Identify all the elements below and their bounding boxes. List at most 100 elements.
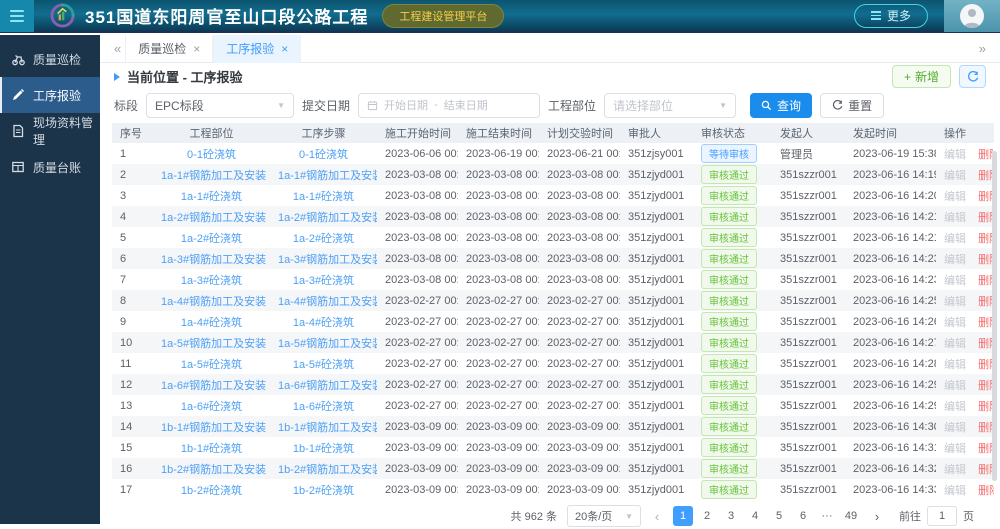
step-link[interactable]: 1a-4#钢筋加工及安装 xyxy=(270,290,377,311)
reset-button[interactable]: 重置 xyxy=(820,93,884,118)
part-link[interactable]: 1a-4#钢筋加工及安装 xyxy=(153,290,270,311)
page-button-49[interactable]: 49 xyxy=(841,506,861,526)
next-page-button[interactable]: › xyxy=(867,506,887,526)
edit-button[interactable]: 编辑 xyxy=(944,443,966,455)
part-link[interactable]: 1a-5#砼浇筑 xyxy=(153,353,270,374)
step-link[interactable]: 1b-1#砼浇筑 xyxy=(270,437,377,458)
edit-button[interactable]: 编辑 xyxy=(944,254,966,266)
step-link[interactable]: 1a-2#钢筋加工及安装 xyxy=(270,206,377,227)
page-button-4[interactable]: 4 xyxy=(745,506,765,526)
search-button[interactable]: 查询 xyxy=(750,93,812,118)
step-link[interactable]: 1a-3#钢筋加工及安装 xyxy=(270,248,377,269)
step-link[interactable]: 1a-5#钢筋加工及安装 xyxy=(270,332,377,353)
part-link[interactable]: 1b-1#砼浇筑 xyxy=(153,437,270,458)
part-select[interactable]: 请选择部位 ▼ xyxy=(604,93,736,118)
step-link[interactable]: 1a-1#砼浇筑 xyxy=(270,185,377,206)
part-link[interactable]: 1a-2#砼浇筑 xyxy=(153,227,270,248)
step-link[interactable]: 1a-6#砼浇筑 xyxy=(270,395,377,416)
sidebar-item-quality-ledger[interactable]: 质量台账 xyxy=(0,149,100,185)
tab-quality-patrol[interactable]: 质量巡检 × xyxy=(125,35,213,63)
part-select-placeholder: 请选择部位 xyxy=(613,97,673,114)
part-link[interactable]: 1a-3#钢筋加工及安装 xyxy=(153,248,270,269)
sidebar-toggle-button[interactable] xyxy=(0,0,34,32)
step-link[interactable]: 1b-2#钢筋加工及安装 xyxy=(270,458,377,479)
close-icon[interactable]: × xyxy=(281,42,288,56)
user-avatar[interactable] xyxy=(944,0,1000,32)
goto-page-input[interactable] xyxy=(927,506,957,526)
edit-button[interactable]: 编辑 xyxy=(944,191,966,203)
part-link[interactable]: 1a-6#钢筋加工及安装 xyxy=(153,374,270,395)
page-button-3[interactable]: 3 xyxy=(721,506,741,526)
edit-button[interactable]: 编辑 xyxy=(944,317,966,329)
close-icon[interactable]: × xyxy=(193,42,200,56)
row-index: 1 xyxy=(112,143,153,164)
edit-button[interactable]: 编辑 xyxy=(944,212,966,224)
prev-page-button[interactable]: ‹ xyxy=(647,506,667,526)
refresh-button[interactable] xyxy=(959,65,986,88)
part-link[interactable]: 1b-2#钢筋加工及安装 xyxy=(153,458,270,479)
edit-button[interactable]: 编辑 xyxy=(944,485,966,497)
edit-button[interactable]: 编辑 xyxy=(944,464,966,476)
construction-end-time: 2023-03-08 00:00 xyxy=(458,248,539,269)
edit-button[interactable]: 编辑 xyxy=(944,422,966,434)
sidebar-item-site-documents[interactable]: 现场资料管理 xyxy=(0,113,100,149)
part-link[interactable]: 1a-1#砼浇筑 xyxy=(153,185,270,206)
edit-button[interactable]: 编辑 xyxy=(944,275,966,287)
part-link[interactable]: 1a-1#钢筋加工及安装 xyxy=(153,164,270,185)
step-link[interactable]: 1a-4#砼浇筑 xyxy=(270,311,377,332)
filter-bar: 标段 EPC标段 ▼ 提交日期 开始日期 - 结束日期 工程部位 请选择部位 ▼… xyxy=(100,90,1000,120)
step-link[interactable]: 1a-1#钢筋加工及安装 xyxy=(270,164,377,185)
part-link[interactable]: 1a-3#砼浇筑 xyxy=(153,269,270,290)
page-button-1[interactable]: 1 xyxy=(673,506,693,526)
sidebar-item-quality-patrol[interactable]: 质量巡检 xyxy=(0,41,100,77)
edit-button[interactable]: 编辑 xyxy=(944,359,966,371)
status-cell: 审核通过 xyxy=(693,458,772,479)
date-range-input[interactable]: 开始日期 - 结束日期 xyxy=(358,93,540,118)
page-button-6[interactable]: 6 xyxy=(793,506,813,526)
step-link[interactable]: 1b-1#钢筋加工及安装 xyxy=(270,416,377,437)
part-link[interactable]: 1a-4#砼浇筑 xyxy=(153,311,270,332)
tabs-collapse-icon[interactable]: « xyxy=(110,41,125,56)
part-link[interactable]: 1b-2#砼浇筑 xyxy=(153,479,270,500)
more-button[interactable]: 更多 xyxy=(854,4,928,28)
page-button-2[interactable]: 2 xyxy=(697,506,717,526)
tabs-expand-icon[interactable]: » xyxy=(975,41,990,56)
construction-start-time: 2023-06-06 00:00 xyxy=(377,143,458,164)
edit-button[interactable]: 编辑 xyxy=(944,149,966,161)
add-button-label: 新增 xyxy=(915,68,939,85)
page-button-5[interactable]: 5 xyxy=(769,506,789,526)
row-index: 2 xyxy=(112,164,153,185)
part-link[interactable]: 1a-5#钢筋加工及安装 xyxy=(153,332,270,353)
tab-process-inspection[interactable]: 工序报验 × xyxy=(213,35,301,63)
edit-button[interactable]: 编辑 xyxy=(944,338,966,350)
part-link[interactable]: 1a-6#砼浇筑 xyxy=(153,395,270,416)
tab-label: 工序报验 xyxy=(226,40,274,57)
step-link[interactable]: 1a-5#砼浇筑 xyxy=(270,353,377,374)
part-link[interactable]: 1b-1#钢筋加工及安装 xyxy=(153,416,270,437)
breadcrumb: 当前位置 - 工序报验 xyxy=(127,67,243,86)
edit-button[interactable]: 编辑 xyxy=(944,233,966,245)
add-button[interactable]: + 新增 xyxy=(892,65,951,88)
vertical-scrollbar[interactable] xyxy=(992,151,997,481)
delete-button[interactable]: 删除 xyxy=(978,485,994,497)
breadcrumb-row: 当前位置 - 工序报验 + 新增 xyxy=(100,63,1000,90)
edit-button[interactable]: 编辑 xyxy=(944,296,966,308)
edit-button[interactable]: 编辑 xyxy=(944,170,966,182)
edit-button[interactable]: 编辑 xyxy=(944,401,966,413)
step-link[interactable]: 1a-3#砼浇筑 xyxy=(270,269,377,290)
status-badge: 审核通过 xyxy=(701,270,757,289)
step-link[interactable]: 1a-2#砼浇筑 xyxy=(270,227,377,248)
step-link[interactable]: 1a-6#钢筋加工及安装 xyxy=(270,374,377,395)
table-row: 11 1a-5#砼浇筑 1a-5#砼浇筑 2023-02-27 00:00 20… xyxy=(112,353,994,374)
status-cell: 审核通过 xyxy=(693,164,772,185)
row-index: 9 xyxy=(112,311,153,332)
part-link[interactable]: 0-1砼浇筑 xyxy=(153,143,270,164)
edit-button[interactable]: 编辑 xyxy=(944,380,966,392)
page-ellipsis[interactable]: ··· xyxy=(817,506,837,526)
section-select[interactable]: EPC标段 ▼ xyxy=(146,93,294,118)
step-link[interactable]: 0-1砼浇筑 xyxy=(270,143,377,164)
part-link[interactable]: 1a-2#钢筋加工及安装 xyxy=(153,206,270,227)
initiate-time: 2023-06-16 14:21 xyxy=(845,227,936,248)
step-link[interactable]: 1b-2#砼浇筑 xyxy=(270,479,377,500)
sidebar-item-process-inspection[interactable]: 工序报验 xyxy=(0,77,100,113)
